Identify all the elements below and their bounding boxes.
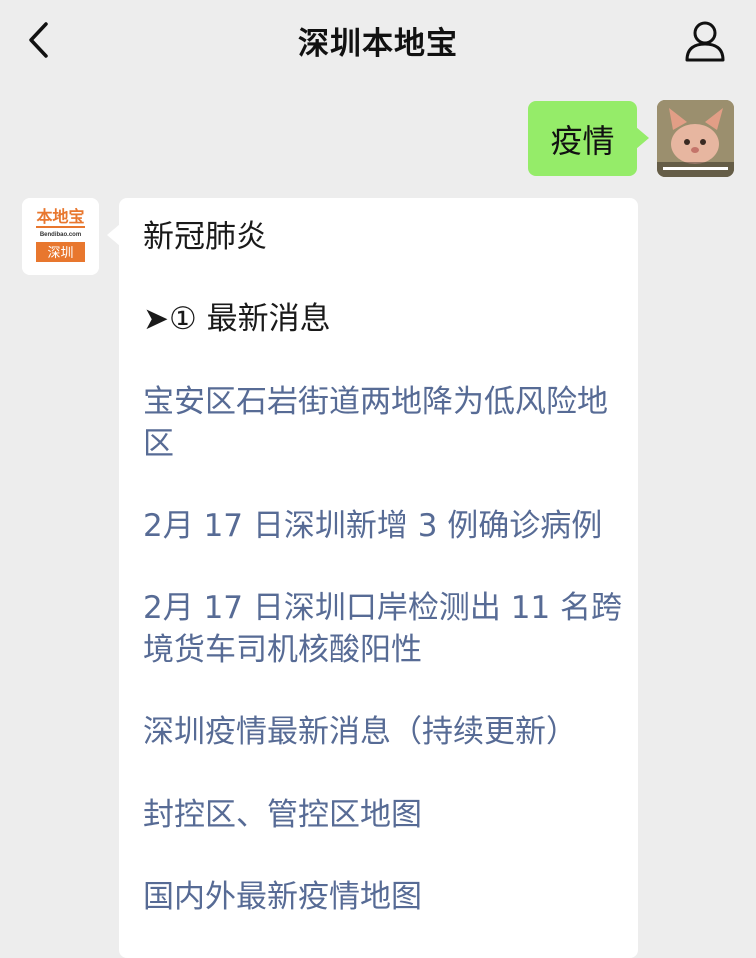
profile-icon [685, 21, 725, 62]
link-control-zone-map[interactable]: 封控区、管控区地图 [143, 794, 623, 836]
user-avatar-image [657, 100, 734, 177]
logo-city-text: 深圳 [47, 245, 73, 260]
bot-avatar[interactable]: 本地宝 Bendibao.com 深圳 [22, 198, 99, 275]
section-title: ➤① 最新消息 [143, 301, 331, 337]
link-epidemic-map[interactable]: 国内外最新疫情地图 [143, 876, 623, 918]
chat-title: 深圳本地宝 [298, 26, 458, 62]
logo-top-text: 本地宝 [36, 207, 84, 226]
message-heading: 新冠肺炎 [143, 219, 267, 255]
user-avatar[interactable] [657, 100, 734, 177]
profile-button[interactable] [682, 18, 728, 64]
link-latest-news[interactable]: 深圳疫情最新消息（持续更新） [143, 711, 623, 753]
chat-header: 深圳本地宝 [0, 0, 756, 82]
link-new-cases[interactable]: 2月 17 日深圳新增 3 例确诊病例 [143, 505, 623, 547]
link-port-positive[interactable]: 2月 17 日深圳口岸检测出 11 名跨境货车司机核酸阳性 [143, 587, 623, 671]
logo-sub-text: Bendibao.com [40, 232, 81, 238]
bot-message-bubble: 新冠肺炎 ➤① 最新消息 宝安区石岩街道两地降为低风险地区 2月 17 日深圳新… [107, 198, 638, 958]
user-message-bubble[interactable]: 疫情 [528, 101, 649, 176]
link-shiyan-low-risk[interactable]: 宝安区石岩街道两地降为低风险地区 [143, 381, 623, 465]
bendibao-logo: 本地宝 Bendibao.com 深圳 [22, 198, 99, 275]
user-message-text: 疫情 [550, 121, 615, 160]
